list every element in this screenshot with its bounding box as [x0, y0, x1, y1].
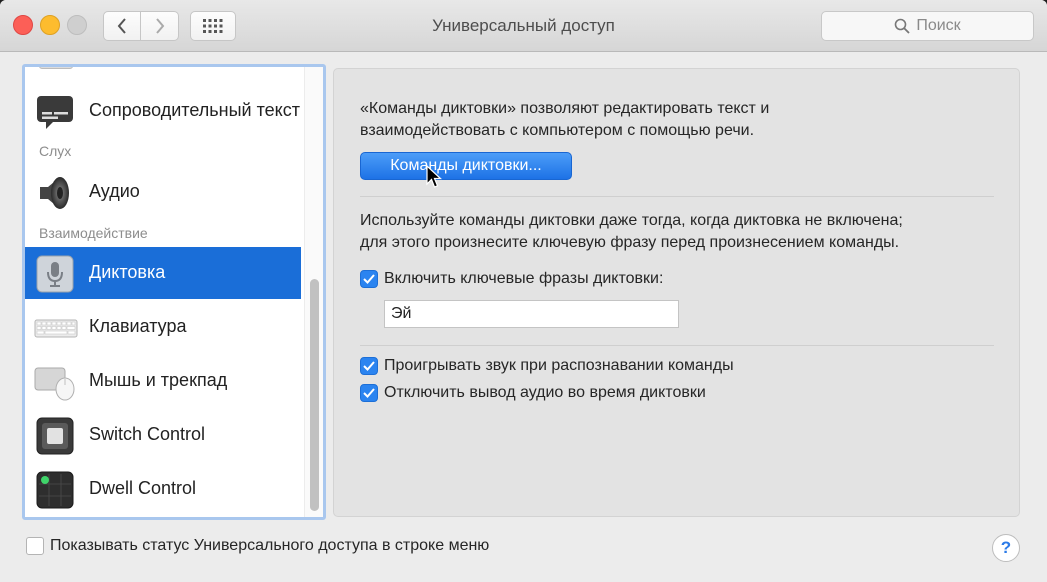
hint-text: Используйте команды диктовки даже тогда,… — [360, 210, 903, 254]
captions-icon — [37, 96, 73, 129]
sidebar-list: Сопроводительный текст Слух Аудио Взаимо… — [25, 67, 301, 517]
sidebar-item-label: Клавиатура — [89, 316, 187, 336]
sidebar-item-dictation[interactable]: Диктовка — [25, 247, 301, 299]
title-bar: Универсальный доступ Поиск — [0, 0, 1047, 52]
microphone-icon — [36, 255, 74, 293]
sidebar-item-mouse-trackpad[interactable]: Мышь и трекпад — [25, 355, 301, 407]
sidebar[interactable]: Сопроводительный текст Слух Аудио Взаимо… — [22, 64, 326, 520]
intro-text: «Команды диктовки» позволяют редактирова… — [360, 98, 769, 142]
sidebar-item-dwell-control[interactable]: Dwell Control — [25, 463, 301, 515]
search-placeholder: Поиск — [916, 17, 961, 34]
checkmark-icon — [363, 361, 375, 371]
hint-line-2: для этого произнесите ключевую фразу пер… — [360, 234, 900, 251]
sidebar-item-captions[interactable]: Сопроводительный текст — [25, 85, 301, 137]
search-icon — [895, 18, 910, 34]
section-hearing: Слух — [39, 143, 72, 159]
sidebar-item-label: Switch Control — [89, 424, 206, 444]
play-sound-label: Проигрывать звук при распознавании коман… — [384, 357, 734, 374]
checkmark-icon — [363, 388, 375, 398]
mute-audio-label: Отключить вывод аудио во время диктовки — [384, 384, 706, 401]
enable-keyphrase-checkbox[interactable] — [360, 270, 378, 288]
partial-item-icon — [39, 67, 73, 69]
keyboard-icon — [34, 319, 78, 338]
divider — [360, 345, 994, 346]
sidebar-item-label: Диктовка — [89, 262, 166, 282]
dictation-commands-button[interactable]: Команды диктовки... — [360, 152, 572, 180]
dwell-control-icon — [36, 471, 74, 509]
menu-status-row[interactable]: Показывать статус Универсального доступа… — [26, 537, 489, 555]
section-interaction: Взаимодействие — [39, 225, 148, 241]
sidebar-item-keyboard[interactable]: Клавиатура — [25, 301, 301, 353]
search-field[interactable]: Поиск — [821, 11, 1034, 41]
mute-audio-checkbox[interactable] — [360, 384, 378, 402]
help-button[interactable]: ? — [992, 534, 1020, 562]
sidebar-scrollbar[interactable] — [304, 67, 323, 517]
speaker-icon — [40, 177, 69, 209]
enable-keyphrase-row[interactable]: Включить ключевые фразы диктовки: — [360, 270, 663, 288]
sidebar-item-label: Аудио — [89, 181, 140, 201]
sidebar-item-audio[interactable]: Аудио — [25, 166, 301, 218]
sidebar-item-label: Dwell Control — [89, 478, 197, 498]
mouse-icon — [34, 367, 75, 401]
intro-line-2: взаимодействовать с компьютером с помощь… — [360, 122, 755, 139]
divider — [360, 196, 994, 197]
sidebar-item-label: Мышь и трекпад — [89, 370, 228, 390]
sidebar-item-label: Сопроводительный текст — [89, 100, 300, 120]
play-sound-checkbox[interactable] — [360, 357, 378, 375]
scrollbar-thumb[interactable] — [310, 279, 319, 511]
dictation-panel: «Команды диктовки» позволяют редактирова… — [333, 68, 1020, 517]
enable-keyphrase-label: Включить ключевые фразы диктовки: — [384, 270, 664, 287]
play-sound-row[interactable]: Проигрывать звук при распознавании коман… — [360, 357, 734, 375]
checkmark-icon — [363, 274, 375, 284]
sidebar-item-partial[interactable] — [25, 67, 301, 73]
menu-status-checkbox[interactable] — [26, 537, 44, 555]
keyphrase-input[interactable]: Эй — [384, 300, 679, 328]
intro-line-1: «Команды диктовки» позволяют редактирова… — [360, 100, 770, 117]
sidebar-item-switch-control[interactable]: Switch Control — [25, 409, 301, 461]
mouse-cursor-icon — [426, 165, 442, 188]
hint-line-1: Используйте команды диктовки даже тогда,… — [360, 212, 903, 229]
preferences-window: Универсальный доступ Поиск Сопроводитель… — [0, 0, 1047, 582]
switch-control-icon — [36, 417, 74, 455]
menu-status-label: Показывать статус Универсального доступа… — [50, 537, 490, 554]
mute-audio-row[interactable]: Отключить вывод аудио во время диктовки — [360, 384, 706, 402]
